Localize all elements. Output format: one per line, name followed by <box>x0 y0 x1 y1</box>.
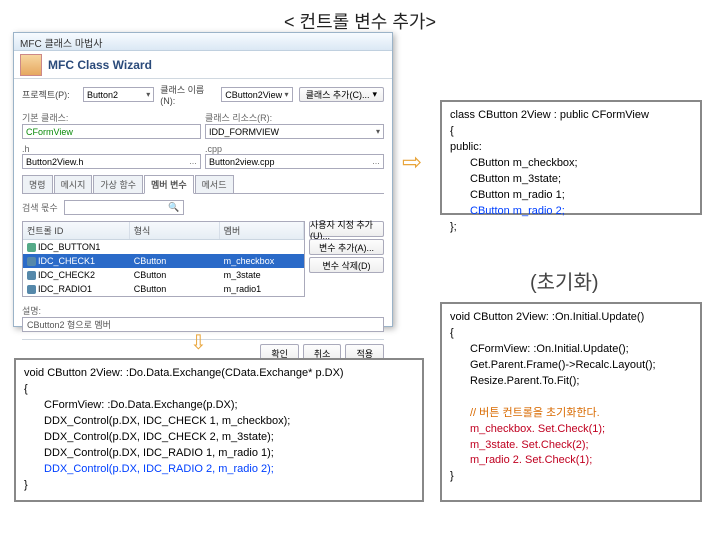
decl-file-field[interactable]: Button2View.h… <box>22 154 201 169</box>
row-icon <box>27 243 36 252</box>
label-impl: .cpp <box>205 144 384 154</box>
project-select[interactable]: Button2▾ <box>83 87 154 102</box>
label-base: 기본 클래스: <box>22 111 201 124</box>
th-member[interactable]: 멤버 <box>220 222 304 239</box>
member-var-table: 컨트롤 ID 형식 멤버 IDC_BUTTON1IDC_CHECK1CButto… <box>22 221 305 297</box>
delete-var-button[interactable]: 변수 삭제(D) <box>309 257 384 273</box>
window-title: MFC 클래스 마법사 <box>14 33 392 51</box>
arrow-right-icon: ⇨ <box>402 148 422 177</box>
label-class: 클래스 이름(N): <box>160 83 215 106</box>
chevron-down-icon: ▾ <box>285 90 289 99</box>
wizard-banner: MFC Class Wizard <box>14 51 392 79</box>
arrow-down-icon: ⇩ <box>190 330 207 355</box>
custom-add-button[interactable]: 사용자 지정 추가(U)... <box>309 221 384 237</box>
tab-methods[interactable]: 메서드 <box>195 175 234 193</box>
search-row: 검색 몫수 🔍 <box>22 200 384 215</box>
class-select[interactable]: CButton2View▾ <box>221 87 292 102</box>
impl-file-field[interactable]: Button2view.cpp… <box>205 154 384 169</box>
code-ddx: void CButton 2View: :Do.Data.Exchange(CD… <box>14 358 424 502</box>
label-resource: 클래스 리소스(R): <box>205 111 384 124</box>
add-class-button[interactable]: 클래스 추가(C)...▾ <box>299 87 384 102</box>
tabs: 명령 메시지 가상 함수 멤버 변수 메서드 <box>22 175 384 194</box>
search-label: 검색 몫수 <box>22 201 58 214</box>
resource-select[interactable]: IDD_FORMVIEW▾ <box>205 124 384 139</box>
add-var-button[interactable]: 변수 추가(A)... <box>309 239 384 255</box>
table-row[interactable]: IDC_RADIO1CButtonm_radio1 <box>23 282 304 296</box>
base-class-field: CFormView <box>22 124 201 139</box>
tab-virtual[interactable]: 가상 함수 <box>93 175 143 193</box>
chevron-down-icon: ▾ <box>146 90 150 99</box>
table-row[interactable]: IDC_CHECK1CButtonm_checkbox <box>23 254 304 268</box>
code-class-decl: class CButton 2View : public CFormView {… <box>440 100 702 215</box>
row-icon <box>27 285 36 294</box>
row-icon <box>27 271 36 280</box>
wizard-icon <box>20 54 42 76</box>
tab-messages[interactable]: 메시지 <box>54 175 93 193</box>
th-control-id[interactable]: 컨트롤 ID <box>23 222 130 239</box>
table-row[interactable]: IDC_BUTTON1 <box>23 240 304 254</box>
tab-member-vars[interactable]: 멤버 변수 <box>144 175 194 194</box>
tab-commands[interactable]: 명령 <box>22 175 53 193</box>
code-init: void CButton 2View: :On.Initial.Update()… <box>440 302 702 502</box>
label-project: 프로젝트(P): <box>22 88 77 101</box>
wizard-banner-text: MFC Class Wizard <box>48 58 152 72</box>
row-icon <box>27 257 36 266</box>
slide-title: < 컨트롤 변수 추가> <box>0 8 720 34</box>
label-decl: .h <box>22 144 201 154</box>
desc-label: 설명: <box>22 304 384 317</box>
search-input[interactable]: 🔍 <box>64 200 184 215</box>
init-label: (초기화) <box>530 266 599 295</box>
table-row[interactable]: IDC_CHECK2CButtonm_3state <box>23 268 304 282</box>
wizard-window: MFC 클래스 마법사 MFC Class Wizard 프로젝트(P): Bu… <box>13 32 393 327</box>
th-type[interactable]: 형식 <box>130 222 220 239</box>
